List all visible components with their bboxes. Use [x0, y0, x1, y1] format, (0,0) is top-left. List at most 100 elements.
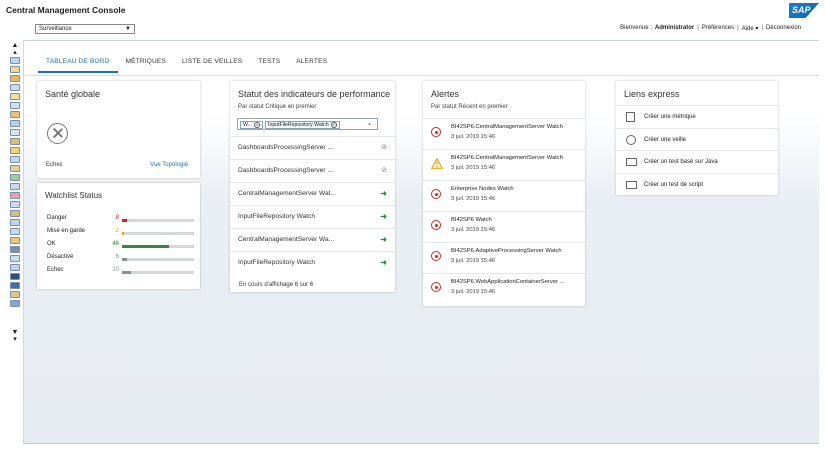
alert-row[interactable]: BI42SP6.AdaptiveProcessingServer Watch 3 …	[423, 242, 585, 273]
toolbar-applications-icon[interactable]	[10, 165, 20, 172]
toolbar-settings-icon[interactable]	[10, 120, 20, 127]
alert-date: 3 juil. 2019 15:46	[451, 227, 496, 233]
warning-icon	[430, 157, 444, 169]
toolbar-promotion-icon[interactable]	[10, 237, 20, 244]
collapse-up-icon[interactable]: ▴	[8, 49, 22, 56]
toolbar-calendars-icon[interactable]	[10, 138, 20, 145]
chevron-down-icon[interactable]: ⌄	[367, 120, 372, 127]
watchlist-row-bar-fill	[122, 245, 169, 248]
close-icon[interactable]: ×	[330, 121, 337, 128]
help-menu[interactable]: Aide ▾	[742, 25, 759, 32]
alert-name: BI42SP6 Watch	[451, 217, 492, 223]
toolbar-personal-folders-icon[interactable]	[10, 93, 20, 100]
watchlist-row[interactable]: OK 46	[47, 241, 197, 251]
toolbar-server-groups-icon[interactable]	[10, 111, 20, 118]
arrow-right-icon[interactable]: ➜	[380, 189, 387, 198]
kpi-row[interactable]: CentralManagementServer Wa... ➜	[230, 228, 395, 251]
kpi-row[interactable]: CentralManagementServer Wat... ➜	[230, 182, 395, 205]
expand-down-icon[interactable]: ▾	[8, 336, 22, 343]
tab-tests[interactable]: TESTS	[250, 58, 288, 73]
watchlist-row-label: Désactivé	[47, 254, 74, 260]
alert-date: 3 juil. 2019 15:46	[451, 258, 496, 264]
context-select[interactable]: Surveillance ▼	[35, 24, 135, 34]
toolbar-recycle-icon[interactable]	[10, 291, 20, 298]
watchlist-row-bar-fill	[122, 219, 128, 222]
filter-chip[interactable]: InputFileRepository Watch ×	[265, 120, 340, 129]
toolbar-categories-icon[interactable]	[10, 75, 20, 82]
scroll-up-icon[interactable]: ▲	[8, 42, 22, 49]
quick-link-row[interactable]: Créer une métrique	[616, 105, 778, 127]
toolbar-access-levels-icon[interactable]	[10, 156, 20, 163]
kpi-row[interactable]: InputFileRepository Watch ➜	[230, 251, 395, 274]
toolbar-universes-icon[interactable]	[10, 201, 20, 208]
toolbar-trash-icon[interactable]	[10, 300, 20, 307]
arrow-right-icon[interactable]: ➜	[380, 258, 387, 267]
alert-row[interactable]: BI42SP6 Watch 3 juil. 2019 15:46	[423, 211, 585, 242]
quick-link-label: Créer une veille	[644, 136, 687, 143]
toolbar-sessions-icon[interactable]	[10, 129, 20, 136]
quick-links-tile[interactable]: Liens express Créer une métrique Créer un…	[616, 81, 778, 195]
script-icon	[626, 180, 637, 189]
welcome-label: Bienvenue :	[620, 25, 652, 31]
toolbar-events-icon[interactable]	[10, 147, 20, 154]
filter-chip[interactable]: W... ×	[240, 120, 263, 129]
toolbar-connections-icon[interactable]	[10, 210, 20, 217]
tab-alerts[interactable]: ALERTES	[288, 58, 335, 73]
alert-row[interactable]: Enterprise Nodes Watch 3 juil. 2019 15:46	[423, 180, 585, 211]
watchlist-row[interactable]: Echec 10	[47, 267, 197, 277]
watchlist-row-label: OK	[47, 241, 56, 247]
kpi-row[interactable]: InputFileRepository Watch ➜	[230, 205, 395, 228]
quick-link-row[interactable]: Créer un test basé sur Java	[616, 150, 778, 172]
blocked-icon[interactable]: ⊘	[381, 143, 387, 151]
tab-watchlist[interactable]: LISTE DE VEILLES	[174, 58, 250, 73]
close-icon[interactable]: ×	[253, 121, 260, 128]
toolbar-auth-icon[interactable]	[10, 183, 20, 190]
tab-dashboard[interactable]: TABLEAU DE BORD	[38, 58, 118, 73]
watchlist-row[interactable]: Désactivé 6	[47, 254, 197, 264]
topology-view-link[interactable]: Vue Topologie	[150, 162, 188, 168]
toolbar-query-icon[interactable]	[10, 246, 20, 253]
alert-date: 3 juil. 2019 15:46	[451, 134, 496, 140]
alerts-title: Alertes	[431, 89, 460, 99]
toolbar-monitoring-icon[interactable]	[10, 273, 20, 280]
toolbar-servers-icon[interactable]	[10, 102, 20, 109]
alert-row[interactable]: BI42SP6.CentralManagementServer Watch 3 j…	[423, 118, 585, 149]
watchlist-row[interactable]: Mise en garde 2	[47, 228, 197, 238]
alerts-tile[interactable]: Alertes Par statut Récent en premier BI4…	[423, 81, 585, 306]
blocked-icon[interactable]: ⊘	[381, 166, 387, 174]
scroll-down-icon[interactable]: ▼	[8, 329, 22, 336]
kpi-filter-box[interactable]: W... × InputFileRepository Watch × ⌄	[237, 118, 378, 130]
left-toolbar: ▲ ▴ ▼ ▾	[8, 42, 22, 442]
alerts-subtitle: Par statut Récent en premier	[431, 104, 508, 110]
toolbar-instances-icon[interactable]	[10, 264, 20, 271]
kpi-row[interactable]: DashboardsProcessingServer ... ⊘	[230, 136, 395, 159]
quick-link-label: Créer une métrique	[644, 114, 696, 120]
toolbar-folders-icon[interactable]	[10, 66, 20, 73]
toolbar-users-icon[interactable]	[10, 57, 20, 64]
kpi-row[interactable]: DashboardsProcessingServer ... ⊘	[230, 159, 395, 182]
kpi-row-label: DashboardsProcessingServer ...	[238, 167, 333, 174]
toolbar-federation-icon[interactable]	[10, 192, 20, 199]
kpi-status-tile[interactable]: Statut des indicateurs de performance Pa…	[230, 81, 395, 292]
alert-row[interactable]: BI42SP6.WebApplicationContainerServer ..…	[423, 273, 585, 304]
arrow-right-icon[interactable]: ➜	[380, 212, 387, 221]
watchlist-row[interactable]: Danger 8	[47, 215, 197, 225]
toolbar-license-icon[interactable]	[10, 174, 20, 181]
quick-link-row[interactable]: Créer un test de script	[616, 172, 778, 195]
kpi-status-title: Statut des indicateurs de performance	[238, 89, 391, 99]
preferences-link[interactable]: Préférences	[702, 25, 734, 32]
toolbar-audit-icon[interactable]	[10, 255, 20, 262]
watchlist-row-bar	[122, 219, 194, 222]
logout-link[interactable]: Déconnexion	[766, 25, 801, 32]
toolbar-inbox-icon[interactable]	[10, 84, 20, 91]
watchlist-row-bar	[122, 271, 194, 274]
arrow-right-icon[interactable]: ➜	[380, 235, 387, 244]
watchlist-status-tile[interactable]: Watchlist Status Danger 8 Mise en garde 2 OK…	[37, 183, 200, 289]
tab-metrics[interactable]: MÉTRIQUES	[118, 58, 174, 73]
quick-link-row[interactable]: Créer une veille	[616, 127, 778, 150]
toolbar-cryptography-icon[interactable]	[10, 228, 20, 235]
alert-row[interactable]: BI42SP6.CentralManagementServer Watch 3 j…	[423, 149, 585, 180]
toolbar-visual-difference-icon[interactable]	[10, 282, 20, 289]
toolbar-replication-icon[interactable]	[10, 219, 20, 226]
global-health-tile[interactable]: Santé globale Echec Vue Topologie	[37, 81, 200, 178]
